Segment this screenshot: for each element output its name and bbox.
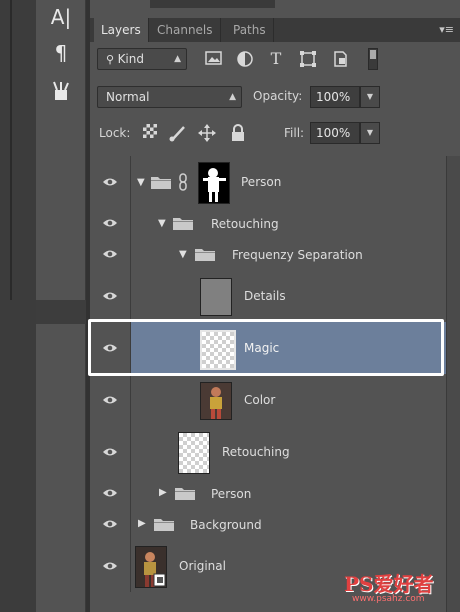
lock-image-pixels-icon[interactable] xyxy=(169,124,187,142)
expand-triangle-icon[interactable]: ▼ xyxy=(179,249,187,260)
fill-label: Fill: xyxy=(284,126,305,140)
eye-icon xyxy=(102,519,118,529)
layer-row-frequency-separation-group[interactable]: ▼ Frequenzy Separation xyxy=(90,239,446,271)
layer-row-details[interactable]: Details xyxy=(90,270,446,323)
layer-row-retouching[interactable]: Retouching xyxy=(90,426,446,479)
site-watermark-logo: PS爱好者 www.psahz.com xyxy=(340,568,458,608)
expand-triangle-icon[interactable]: ▼ xyxy=(158,218,166,229)
lock-position-icon[interactable] xyxy=(198,124,216,142)
paragraph-icon[interactable]: ¶ xyxy=(50,42,72,64)
visibility-toggle[interactable] xyxy=(90,374,131,426)
left-dock-strip xyxy=(0,0,36,612)
character-panel-icon[interactable]: A| xyxy=(50,6,72,28)
chevron-updown-icon: ▲ xyxy=(229,92,236,102)
opacity-input[interactable]: 100% xyxy=(310,86,360,108)
layer-row-magic[interactable]: Magic xyxy=(90,322,446,375)
layer-mask-thumbnail[interactable] xyxy=(198,162,230,204)
eye-icon xyxy=(102,343,118,353)
tool-panel-column: A| ¶ xyxy=(36,0,86,612)
expand-triangle-icon[interactable]: ▶ xyxy=(138,518,146,529)
opacity-label: Opacity: xyxy=(253,89,303,103)
tool-column-footer xyxy=(36,300,86,324)
layer-name: Person xyxy=(211,487,252,501)
filter-kind-dropdown[interactable]: ⚲ Kind ▲ xyxy=(97,48,187,70)
chain-link-icon[interactable] xyxy=(178,173,188,191)
layer-thumbnail[interactable] xyxy=(135,546,167,588)
layer-name: Magic xyxy=(244,341,280,355)
folder-icon xyxy=(174,486,196,501)
eye-icon xyxy=(102,447,118,457)
visibility-toggle[interactable] xyxy=(90,426,131,478)
layer-name: Person xyxy=(241,175,282,189)
layer-name: Retouching xyxy=(211,217,279,231)
layer-row-person-subgroup[interactable]: ▶ Person xyxy=(90,478,446,510)
blend-mode-dropdown[interactable]: Normal ▲ xyxy=(97,86,242,108)
layer-thumbnail[interactable] xyxy=(200,382,232,420)
visibility-toggle[interactable] xyxy=(90,509,131,540)
eye-icon xyxy=(102,177,118,187)
tab-layers[interactable]: Layers xyxy=(94,18,149,42)
panel-menu-icon[interactable]: ▾≡ xyxy=(439,18,454,42)
visibility-toggle[interactable] xyxy=(90,208,131,239)
watermark-url: www.psahz.com xyxy=(352,594,425,604)
adjustment-filter-icon[interactable] xyxy=(236,50,254,68)
panel-tab-bar: Layers Channels Paths ▾≡ xyxy=(90,18,460,42)
layer-name: Details xyxy=(244,289,286,303)
folder-icon xyxy=(172,216,194,231)
chevron-updown-icon: ▲ xyxy=(174,54,181,64)
expand-triangle-icon[interactable]: ▶ xyxy=(159,487,167,498)
eye-icon xyxy=(102,488,118,498)
folder-icon xyxy=(150,175,172,190)
filter-kind-label: Kind xyxy=(117,52,144,66)
blend-mode-value: Normal xyxy=(106,90,150,104)
layer-row-person-group[interactable]: ▼ Person xyxy=(90,156,446,209)
layer-name: Original xyxy=(179,559,226,573)
fill-input[interactable]: 100% xyxy=(310,122,360,144)
pixel-filter-icon[interactable] xyxy=(205,50,223,68)
eye-icon xyxy=(102,218,118,228)
lock-label: Lock: xyxy=(99,126,131,140)
layer-thumbnail[interactable] xyxy=(200,278,232,316)
layer-name: Color xyxy=(244,393,276,407)
opacity-slider-button[interactable]: ▼ xyxy=(360,86,380,108)
visibility-toggle[interactable] xyxy=(90,540,131,592)
eye-icon xyxy=(102,395,118,405)
folder-icon xyxy=(194,247,216,262)
fill-slider-button[interactable]: ▼ xyxy=(360,122,380,144)
eye-icon xyxy=(102,291,118,301)
type-filter-icon[interactable]: T xyxy=(267,50,285,68)
layer-row-background-group[interactable]: ▶ Background xyxy=(90,509,446,541)
eye-icon xyxy=(102,249,118,259)
shape-filter-icon[interactable] xyxy=(299,50,317,68)
layer-name: Retouching xyxy=(222,445,290,459)
folder-icon xyxy=(153,517,175,532)
expand-triangle-icon[interactable]: ▼ xyxy=(137,177,145,188)
layer-row-color[interactable]: Color xyxy=(90,374,446,427)
filter-toggle-switch[interactable] xyxy=(368,48,378,70)
tool-presets-icon[interactable] xyxy=(50,80,72,102)
upper-panel-tab-stub xyxy=(150,0,275,8)
tab-paths[interactable]: Paths xyxy=(226,18,274,42)
lock-all-icon[interactable] xyxy=(229,124,247,142)
eye-icon xyxy=(102,561,118,571)
visibility-toggle[interactable] xyxy=(90,322,131,374)
visibility-toggle[interactable] xyxy=(90,239,131,270)
layer-name: Frequenzy Separation xyxy=(232,248,363,262)
visibility-toggle[interactable] xyxy=(90,156,131,208)
smart-object-filter-icon[interactable] xyxy=(331,50,349,68)
visibility-toggle[interactable] xyxy=(90,478,131,509)
visibility-toggle[interactable] xyxy=(90,270,131,322)
layers-scrollbar[interactable] xyxy=(446,156,460,612)
layer-thumbnail[interactable] xyxy=(200,330,236,370)
lock-transparent-pixels-icon[interactable] xyxy=(141,124,159,142)
layers-list: ▼ Person ▼ Retouching ▼ Frequenzy Separa… xyxy=(90,156,446,612)
watermark-title: PS爱好者 xyxy=(344,572,434,596)
tab-channels[interactable]: Channels xyxy=(150,18,221,42)
layer-row-retouching-group[interactable]: ▼ Retouching xyxy=(90,208,446,240)
layer-thumbnail[interactable] xyxy=(178,432,210,474)
layer-name: Background xyxy=(190,518,262,532)
search-icon: ⚲ xyxy=(106,53,118,66)
